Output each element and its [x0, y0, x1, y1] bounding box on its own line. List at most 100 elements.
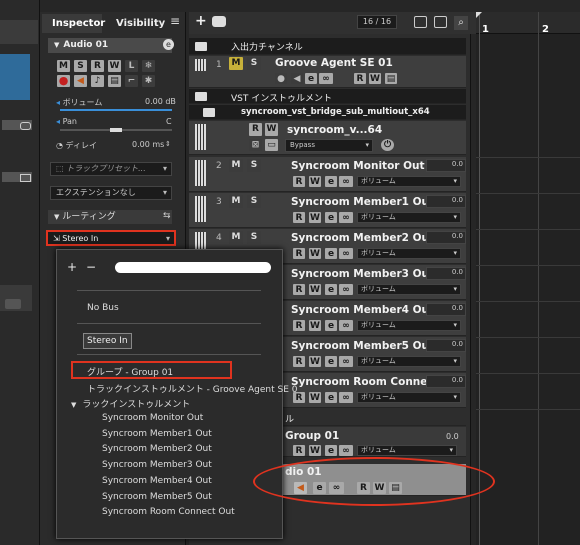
record-button[interactable]: ●: [57, 75, 70, 87]
value-field[interactable]: 0.0: [426, 375, 466, 388]
vsti-folder-track[interactable]: VST インストゥルメント: [189, 89, 466, 104]
value-field[interactable]: 0.0: [426, 303, 466, 316]
read-button[interactable]: R: [293, 284, 305, 295]
write-button[interactable]: W: [309, 356, 321, 367]
freeze-icon[interactable]: ❄: [142, 60, 155, 72]
edit-icon[interactable]: e: [325, 392, 337, 403]
read-button[interactable]: R: [91, 60, 104, 72]
mute-button[interactable]: M: [229, 195, 243, 208]
rack-item-option[interactable]: Syncroom Member4 Out: [102, 476, 212, 486]
add-device-icon[interactable]: [212, 16, 226, 27]
read-button[interactable]: R: [293, 320, 305, 331]
value-field[interactable]: 0.0: [426, 231, 466, 244]
track-name[interactable]: Syncroom Member1 Out: [291, 196, 434, 208]
read-button[interactable]: R: [249, 123, 262, 136]
search-field[interactable]: [115, 262, 271, 273]
zoom-icon[interactable]: [434, 16, 447, 28]
timebase-icon[interactable]: ♪: [91, 75, 104, 87]
syncroom-out-track[interactable]: 2 M S Syncroom Monitor Out 0.0 R We ∞ ボリューム ▾: [189, 157, 466, 192]
link-icon[interactable]: ∞: [319, 73, 333, 84]
write-button[interactable]: W: [265, 123, 278, 136]
edit-icon[interactable]: e: [305, 73, 317, 84]
write-button[interactable]: W: [309, 248, 321, 259]
stereo-in-option[interactable]: Stereo In: [83, 333, 132, 349]
solo-button[interactable]: S: [247, 195, 261, 208]
track-name[interactable]: Syncroom Member2 Out: [291, 232, 434, 244]
track-name[interactable]: Syncroom Monitor Out: [291, 160, 425, 172]
mute-button[interactable]: M: [229, 57, 243, 70]
arrangement-area[interactable]: 1 2: [476, 12, 580, 545]
read-button[interactable]: R: [293, 176, 305, 187]
rack-item-option[interactable]: Syncroom Monitor Out: [102, 413, 203, 423]
read-button[interactable]: R: [293, 356, 305, 367]
link-icon[interactable]: ∞: [339, 356, 353, 367]
pan-slider[interactable]: [60, 128, 172, 132]
playhead-marker[interactable]: [476, 12, 482, 18]
edit-icon[interactable]: e: [325, 445, 337, 456]
input-routing-select[interactable]: ⇲ Stereo In: [46, 230, 176, 246]
rack-item-option[interactable]: Syncroom Room Connect Out: [102, 507, 235, 517]
rack-item-option[interactable]: Syncroom Member1 Out: [102, 429, 212, 439]
write-button[interactable]: W: [309, 392, 321, 403]
close-icon[interactable]: ⊠: [249, 139, 262, 151]
no-bus-option[interactable]: No Bus: [87, 303, 119, 313]
write-button[interactable]: W: [309, 176, 321, 187]
solo-button[interactable]: S: [247, 231, 261, 244]
collapse-tracks-icon[interactable]: [414, 16, 427, 28]
link-icon[interactable]: ∞: [339, 212, 353, 223]
solo-button[interactable]: S: [247, 57, 261, 70]
channel-settings-icon[interactable]: ⌐: [125, 75, 138, 87]
lanes-icon[interactable]: ▤: [108, 75, 121, 87]
search-icon[interactable]: ⌕: [454, 16, 468, 30]
menu-icon[interactable]: ≡: [170, 14, 180, 28]
power-icon[interactable]: ⏻: [381, 139, 394, 151]
remove-button[interactable]: −: [86, 260, 96, 274]
read-button[interactable]: R: [354, 73, 366, 84]
rack-group[interactable]: ▼ ラックインストゥルメント: [71, 397, 190, 410]
asterisk-icon[interactable]: ✱: [142, 75, 155, 87]
syncroom-instrument-track[interactable]: R W syncroom_v...64 ⊠ ▭ Bypass ▾ ⏻: [189, 121, 466, 155]
edit-icon[interactable]: e: [325, 320, 337, 331]
syncroom-out-track[interactable]: 3 M S Syncroom Member1 Out 0.0 R We ∞ ボリューム ▾: [189, 193, 466, 228]
delay-spinner[interactable]: ⇕: [165, 140, 171, 148]
instrument-track-option[interactable]: トラックインストゥルメント - Groove Agent SE 0: [87, 382, 298, 395]
add-track-icon[interactable]: +: [195, 13, 207, 29]
tab-visibility[interactable]: Visibility: [108, 14, 168, 33]
lock-button[interactable]: L: [125, 60, 138, 72]
solo-button[interactable]: S: [247, 159, 261, 172]
write-button[interactable]: W: [309, 284, 321, 295]
volume-value[interactable]: 0.00 dB: [145, 97, 176, 106]
tab-inspector[interactable]: Inspector: [42, 14, 105, 33]
volume-param-select[interactable]: ボリューム ▾: [357, 176, 461, 187]
volume-param-select[interactable]: ボリューム ▾: [357, 320, 461, 331]
settings-icon[interactable]: [20, 174, 31, 182]
value-field[interactable]: 0.0: [426, 159, 466, 172]
link-icon[interactable]: ∞: [339, 248, 353, 259]
extension-select[interactable]: エクステンションなし: [50, 186, 172, 200]
routing-header[interactable]: ▼ ルーティング: [48, 210, 172, 224]
volume-slider[interactable]: [60, 109, 172, 111]
play-icon[interactable]: ◀: [291, 73, 303, 84]
value-field[interactable]: 0.0: [426, 195, 466, 208]
syncroom-folder-track[interactable]: syncroom_vst_bridge_sub_multiout_x64: [189, 105, 466, 120]
add-button[interactable]: +: [67, 260, 77, 274]
monitor-icon[interactable]: [20, 122, 31, 130]
edit-icon[interactable]: e: [163, 39, 174, 50]
delay-value[interactable]: 0.00 ms: [132, 140, 164, 149]
ruler[interactable]: [476, 12, 580, 34]
read-button[interactable]: R: [293, 445, 305, 456]
monitor-speaker-icon[interactable]: ◀: [74, 75, 87, 87]
link-icon[interactable]: ∞: [339, 445, 353, 456]
group-option[interactable]: グループ - Group 01: [71, 361, 232, 379]
track-name[interactable]: Syncroom Member5 Out: [291, 340, 434, 352]
lanes-icon[interactable]: ▤: [385, 73, 397, 84]
io-folder-track[interactable]: 入出力チャンネル: [189, 38, 466, 55]
write-button[interactable]: W: [309, 212, 321, 223]
groove-agent-track[interactable]: 1 M S Groove Agent SE 01 ● ◀ e ∞ R W ▤: [189, 56, 466, 88]
value-field[interactable]: 0.0: [426, 267, 466, 280]
volume-param-select[interactable]: ボリューム ▾: [357, 392, 461, 403]
edit-icon[interactable]: e: [325, 284, 337, 295]
track-name[interactable]: Syncroom Member3 Out: [291, 268, 434, 280]
link-icon[interactable]: ∞: [339, 392, 353, 403]
edit-instrument-icon[interactable]: ▭: [265, 139, 278, 151]
